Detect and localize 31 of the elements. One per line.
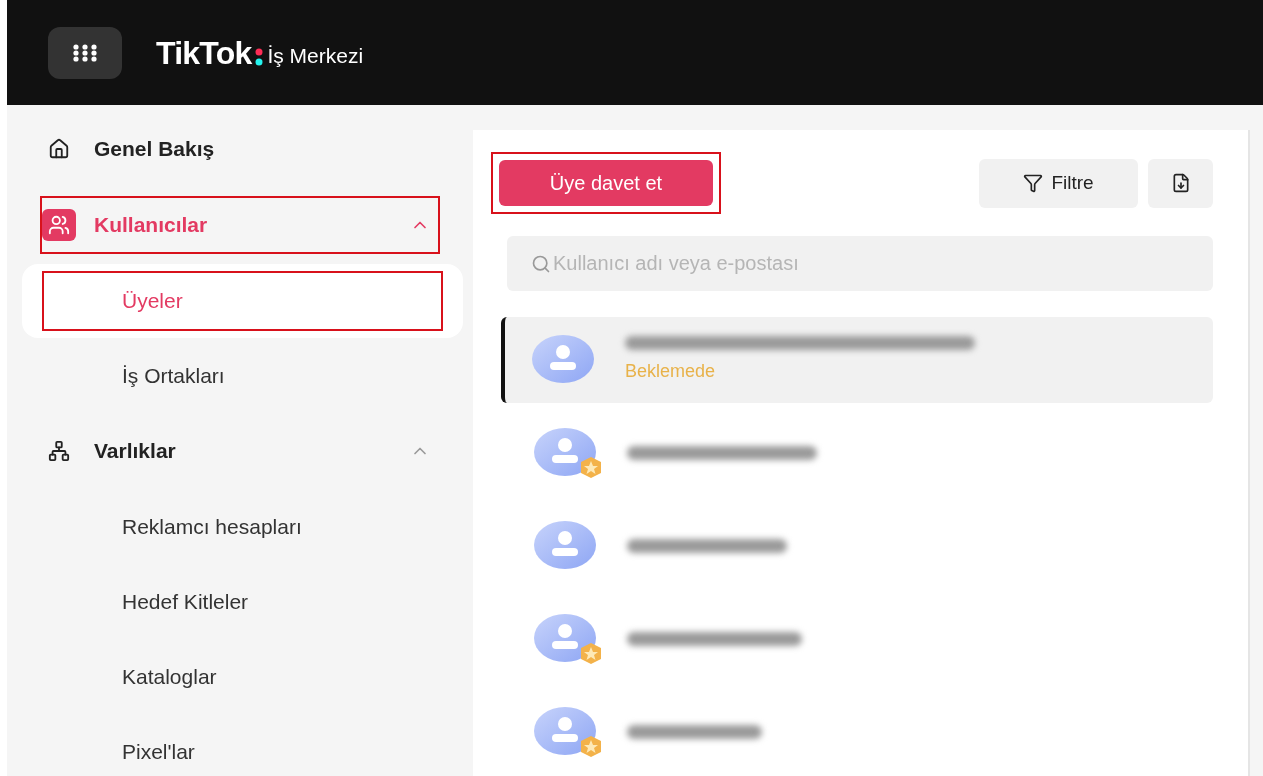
dot-grid-icon [73, 43, 97, 62]
sidebar-subitem[interactable]: Reklamcı hesapları [22, 489, 463, 564]
sidebar-item[interactable]: Varlıklar [40, 422, 440, 480]
users-icon [42, 209, 76, 241]
filter-button[interactable]: Filtre [979, 158, 1138, 208]
search-field[interactable]: Kullanıcı adı veya e-postası [507, 236, 1213, 291]
apps-menu-button[interactable] [48, 26, 122, 79]
sidebar-item[interactable]: Genel Bakış [40, 120, 440, 178]
sidebar-subitem-label: Kataloglar [121, 663, 218, 690]
sidebar-subitem[interactable]: İş Ortakları [22, 338, 463, 413]
filter-icon [1023, 173, 1044, 193]
sidebar-subitem[interactable]: Kataloglar [22, 639, 463, 714]
sidebar-subitem[interactable]: Üyeler [22, 263, 463, 338]
brand-logo-text: TikTok [156, 33, 252, 73]
search-icon [531, 254, 551, 274]
sidebar-subitem-label: Hedef Kitleler [121, 588, 250, 615]
sidebar-subitem-label: Reklamcı hesapları [121, 513, 303, 540]
status-label: Beklemede [625, 359, 717, 383]
product-name: İş Merkezi [267, 42, 364, 69]
sidebar-item[interactable]: Kullanıcılar [40, 196, 440, 254]
invite-member-button[interactable]: Üye davet et [499, 160, 713, 206]
sidebar-subitem[interactable]: Pixel'lar [22, 714, 463, 776]
sidebar-item-label: Genel Bakış [94, 136, 216, 163]
sidebar-subitem-label: Üyeler [42, 270, 443, 331]
sidebar-subitem-label: Pixel'lar [121, 738, 196, 765]
sidebar-subitem-label: İş Ortakları [121, 362, 226, 389]
export-button[interactable] [1148, 158, 1213, 208]
colon-dots-icon [255, 46, 264, 67]
sidebar-subitem[interactable]: Hedef Kitleler [22, 564, 463, 639]
sidebar-item-label: Varlıklar [94, 438, 177, 465]
sidebar-item-label: Kullanıcılar [94, 212, 209, 239]
